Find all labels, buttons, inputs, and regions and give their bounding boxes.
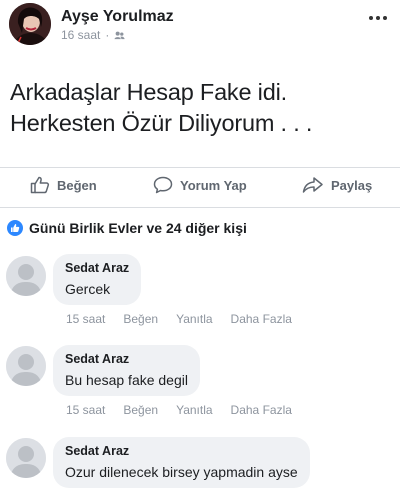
comment-reply-link[interactable]: Yanıtla [176,403,212,417]
commenter-name[interactable]: Sedat Araz [65,261,129,275]
divider [0,207,400,208]
commenter-avatar[interactable] [6,346,46,386]
comment-text: Gercek [65,281,111,297]
comment-bubble: Sedat Araz Gercek [53,254,142,305]
comment-icon [153,176,173,194]
share-label: Paylaş [331,177,373,193]
profile-photo-icon [9,3,51,45]
thumbs-up-icon [30,176,50,194]
comment-like-link[interactable]: Beğen [123,403,158,417]
comment-time[interactable]: 15 saat [66,312,105,326]
share-arrow-icon [302,177,323,193]
comment-meta: 15 saat Beğen Yanıtla Daha Fazla [66,403,292,417]
commenter-name[interactable]: Sedat Araz [65,352,188,366]
post-header: Ayşe Yorulmaz 16 saat · [0,0,400,56]
author-name[interactable]: Ayşe Yorulmaz [61,8,174,26]
post-actions: Beğen Yorum Yap Paylaş [0,168,400,206]
comment-text: Ozur dilenecek birsey yapmadin ayse [65,464,298,480]
comment-bubble: Sedat Araz Ozur dilenecek birsey yapmadi… [53,437,310,488]
comment-bubble: Sedat Araz Bu hesap fake degil [53,345,200,396]
author-avatar[interactable] [9,3,51,45]
reactions-summary[interactable]: Günü Birlik Evler ve 24 diğer kişi [7,218,247,238]
comment-label: Yorum Yap [180,177,247,193]
default-avatar-icon [6,438,46,478]
friends-icon [114,31,125,39]
post-time[interactable]: 16 saat [61,28,100,42]
comment-text: Bu hesap fake degil [65,372,188,388]
post-meta: 16 saat · [61,28,125,42]
like-reaction-icon [7,220,23,236]
default-avatar-icon [6,346,46,386]
post-text-line: Herkesten Özür Diliyorum . . . [10,110,313,136]
post-text: Arkadaşlar Hesap Fake idi. Herkesten Özü… [10,77,390,139]
commenter-name[interactable]: Sedat Araz [65,444,298,458]
default-avatar-icon [6,256,46,296]
reactions-text: Günü Birlik Evler ve 24 diğer kişi [29,220,247,236]
comment-like-link[interactable]: Beğen [123,312,158,326]
share-button[interactable]: Paylaş [302,176,372,194]
comment-time[interactable]: 15 saat [66,403,105,417]
comment-reply-link[interactable]: Yanıtla [176,312,212,326]
comment-meta: 15 saat Beğen Yanıtla Daha Fazla [66,312,292,326]
comment-button[interactable]: Yorum Yap [153,176,247,194]
commenter-avatar[interactable] [6,256,46,296]
commenter-avatar[interactable] [6,438,46,478]
post-text-line: Arkadaşlar Hesap Fake idi. [10,79,287,105]
like-label: Beğen [57,177,97,193]
more-options-icon[interactable] [366,8,390,28]
like-button[interactable]: Beğen [30,176,97,194]
comment-more-link[interactable]: Daha Fazla [231,403,292,417]
comment-more-link[interactable]: Daha Fazla [231,312,292,326]
